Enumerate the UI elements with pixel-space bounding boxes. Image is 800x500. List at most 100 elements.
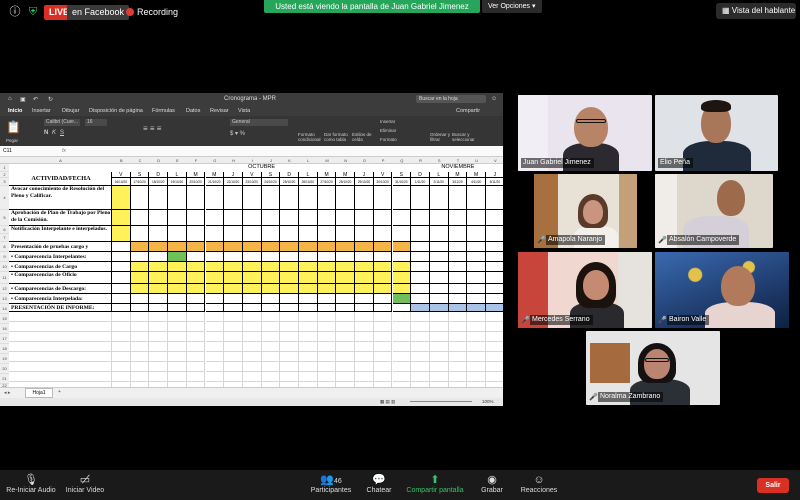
empty-cell[interactable] [299,352,318,362]
schedule-cell[interactable] [411,186,430,210]
schedule-cell[interactable] [186,252,206,262]
column-header[interactable]: D [149,158,168,163]
schedule-cell[interactable] [112,186,131,210]
sort-filter-button[interactable]: Ordenar y filtrar [430,132,450,142]
schedule-cell[interactable] [168,226,187,242]
schedule-cell[interactable] [149,284,169,294]
schedule-cell[interactable] [373,210,393,226]
empty-cell[interactable] [373,332,393,342]
schedule-cell[interactable] [112,284,131,294]
reactions-button[interactable]: ☺ Reacciones [516,473,562,494]
schedule-cell[interactable] [392,186,412,210]
schedule-cell[interactable] [168,272,187,284]
empty-cell[interactable] [373,362,393,372]
format-table-button[interactable]: Dar formato como tabla [324,132,350,142]
schedule-cell[interactable] [149,294,169,304]
schedule-cell[interactable] [355,210,374,226]
empty-cell[interactable] [205,372,225,382]
schedule-cell[interactable] [486,242,503,252]
schedule-cell[interactable] [392,272,412,284]
record-button[interactable]: ◉ Grabar [476,473,508,494]
empty-cell[interactable] [411,342,430,352]
column-header[interactable]: S [430,158,449,163]
schedule-cell[interactable] [467,210,486,226]
empty-cell[interactable] [467,362,486,372]
schedule-cell[interactable] [280,186,299,210]
date-cell[interactable]: 21/10/20 [205,178,225,186]
schedule-cell[interactable] [467,262,486,272]
schedule-cell[interactable] [280,284,299,294]
participant-tile[interactable]: Juan Gabriel Jimenez [518,95,652,171]
participant-tile[interactable]: 🎤 Bairon Valle [655,252,789,328]
name-box[interactable]: C11 [3,148,12,154]
empty-cell[interactable] [355,342,374,352]
empty-cell[interactable] [355,372,374,382]
schedule-cell[interactable] [224,284,243,294]
empty-cell[interactable] [317,352,337,362]
schedule-cell[interactable] [467,226,486,242]
empty-cell[interactable] [168,372,187,382]
schedule-cell[interactable] [448,284,468,294]
column-header[interactable]: R [411,158,430,163]
empty-cell[interactable] [429,332,449,342]
schedule-cell[interactable] [448,242,468,252]
column-header[interactable]: C [131,158,150,163]
schedule-cell[interactable] [448,294,468,304]
empty-cell[interactable] [429,362,449,372]
empty-cell[interactable] [242,352,262,362]
schedule-cell[interactable] [448,304,468,312]
zoom-slider[interactable] [410,401,472,402]
empty-cell[interactable] [448,342,468,352]
schedule-cell[interactable] [280,242,299,252]
row-header[interactable]: 1 [0,164,9,172]
schedule-cell[interactable] [280,262,299,272]
row-header[interactable]: 7 [0,234,9,242]
schedule-cell[interactable] [429,272,449,284]
schedule-cell[interactable] [205,226,225,242]
schedule-cell[interactable] [317,262,337,272]
empty-cell[interactable] [299,372,318,382]
empty-cell[interactable] [467,372,486,382]
empty-cell[interactable] [373,352,393,362]
empty-cell[interactable] [186,312,206,322]
empty-cell[interactable] [186,362,206,372]
tab-inicio[interactable]: Inicio [8,108,22,114]
empty-cell[interactable] [299,312,318,322]
schedule-cell[interactable] [411,226,430,242]
schedule-cell[interactable] [224,272,243,284]
schedule-cell[interactable] [336,242,356,252]
empty-cell[interactable] [467,322,486,332]
schedule-cell[interactable] [336,210,356,226]
schedule-cell[interactable] [261,210,281,226]
schedule-cell[interactable] [355,186,374,210]
schedule-cell[interactable] [149,186,169,210]
empty-cell[interactable] [224,352,243,362]
schedule-cell[interactable] [242,186,262,210]
empty-cell[interactable] [280,312,299,322]
participant-tile[interactable]: Elio Peña [655,95,778,171]
schedule-cell[interactable] [373,304,393,312]
empty-cell[interactable] [486,362,503,372]
schedule-cell[interactable] [355,304,374,312]
empty-cell[interactable] [224,342,243,352]
empty-cell[interactable] [411,332,430,342]
schedule-cell[interactable] [336,294,356,304]
schedule-cell[interactable] [429,304,449,312]
schedule-cell[interactable] [486,226,503,242]
row-header[interactable]: 4 [0,186,9,210]
column-header[interactable]: H [224,158,243,163]
empty-cell[interactable] [373,342,393,352]
empty-cell[interactable] [261,372,281,382]
empty-cell[interactable] [130,332,150,342]
empty-cell[interactable] [392,372,412,382]
schedule-cell[interactable] [112,294,131,304]
schedule-cell[interactable] [168,186,187,210]
schedule-cell[interactable] [467,252,486,262]
empty-cell[interactable] [112,342,131,352]
column-header[interactable]: A [9,158,112,163]
save-icon[interactable]: ▣ [20,96,26,103]
schedule-cell[interactable] [467,186,486,210]
row-header[interactable]: 17 [0,334,9,344]
schedule-cell[interactable] [317,284,337,294]
empty-cell[interactable] [317,372,337,382]
